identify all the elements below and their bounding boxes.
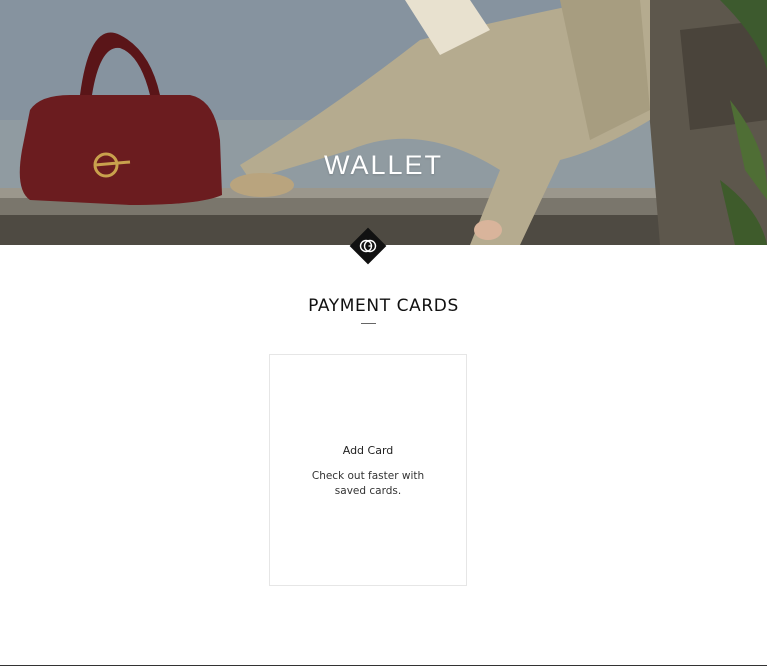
section-title: PAYMENT CARDS	[308, 296, 459, 316]
wallet-page: WALLET PAYMENT CARDS Add Card Check out …	[0, 0, 767, 667]
add-card-description: Check out faster with saved cards.	[311, 470, 425, 497]
hero-banner: WALLET	[0, 0, 767, 245]
add-card-button[interactable]: Add Card Check out faster with saved car…	[269, 354, 467, 586]
page-title: WALLET	[323, 150, 444, 180]
footer-divider	[0, 665, 767, 666]
gg-monogram-icon	[349, 227, 387, 265]
section-divider	[361, 323, 376, 324]
hero-photo	[0, 0, 767, 245]
add-card-label: Add Card	[342, 444, 394, 457]
